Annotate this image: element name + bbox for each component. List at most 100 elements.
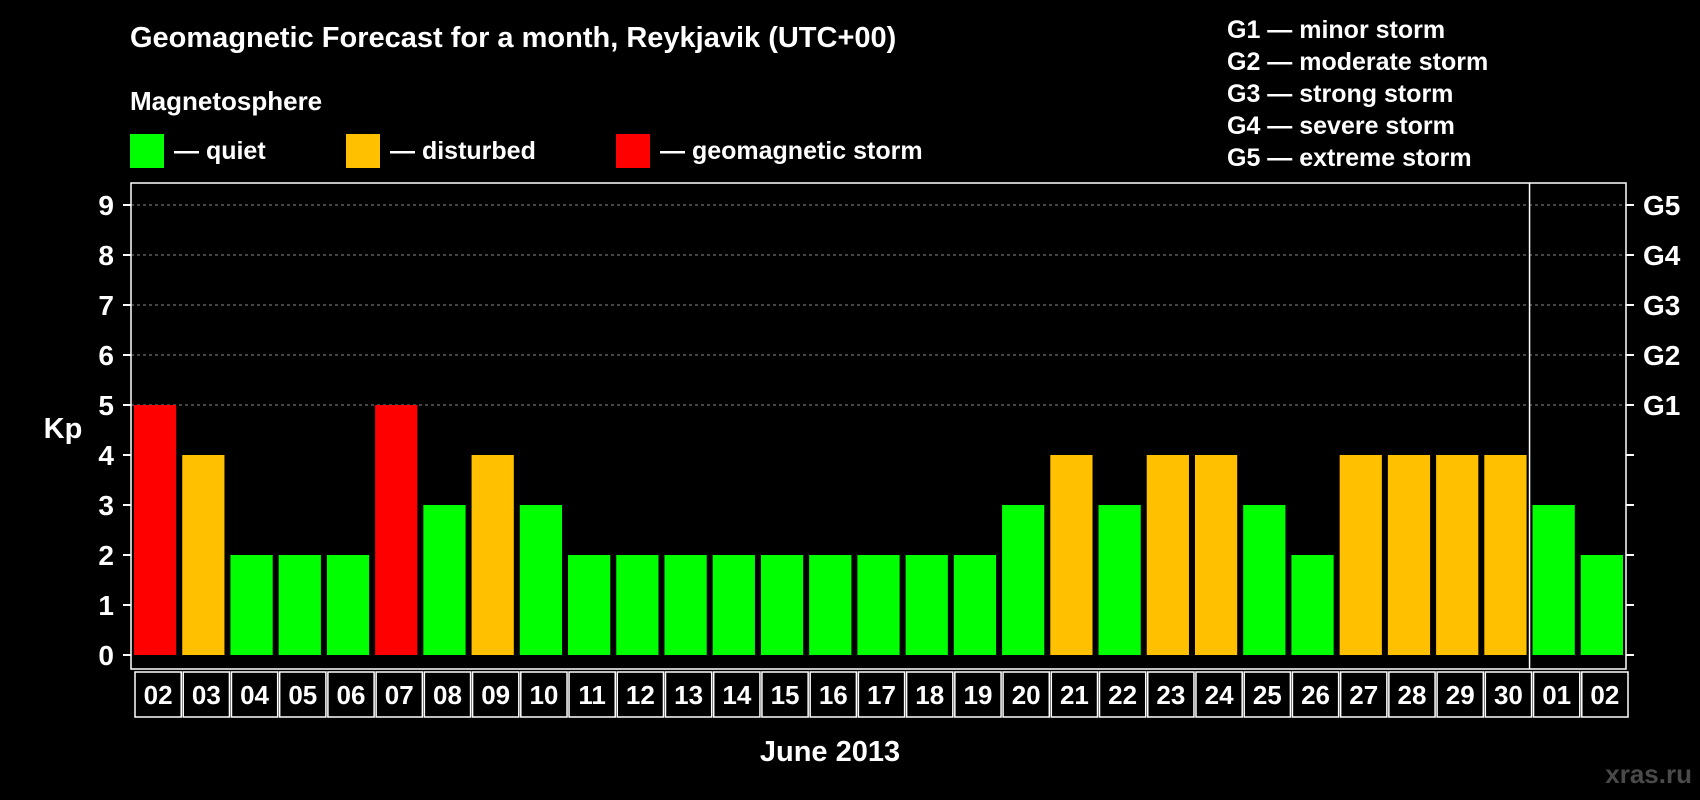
x-tick-label-29: 01 — [1542, 680, 1571, 710]
legend-storm: — geomagnetic storm — [616, 134, 923, 168]
x-tick-label-10: 12 — [626, 680, 655, 710]
y-tick-label-8: 8 — [98, 240, 114, 271]
legend-storm-swatch — [616, 134, 650, 168]
x-tick-label-25: 27 — [1349, 680, 1378, 710]
x-tick-label-15: 17 — [867, 680, 896, 710]
x-tick-label-11: 13 — [674, 680, 703, 710]
x-tick-label-30: 02 — [1590, 680, 1619, 710]
right-axis-label-g2: G2 — [1643, 340, 1680, 371]
y-tick-label-1: 1 — [98, 590, 114, 621]
x-tick-label-7: 09 — [481, 680, 510, 710]
x-tick-label-3: 05 — [288, 680, 317, 710]
chart-title: Geomagnetic Forecast for a month, Reykja… — [130, 22, 897, 54]
bar-27 — [1436, 455, 1479, 655]
bar-17 — [953, 555, 997, 655]
legend-disturbed-swatch — [346, 134, 380, 168]
storm-scale-g1: G1 — minor storm — [1227, 16, 1446, 44]
legend-storm-label: — geomagnetic storm — [660, 136, 923, 165]
bar-25 — [1339, 455, 1382, 655]
magnetosphere-label: Magnetosphere — [130, 86, 323, 116]
x-tick-label-24: 26 — [1301, 680, 1330, 710]
x-tick-label-18: 20 — [1012, 680, 1041, 710]
bar-11 — [664, 555, 707, 655]
x-tick-label-28: 30 — [1494, 680, 1523, 710]
bar-10 — [616, 555, 659, 655]
x-tick-label-0: 02 — [144, 680, 173, 710]
bar-14 — [809, 555, 852, 655]
y-tick-label-5: 5 — [98, 390, 114, 421]
y-axis-label: Kp — [44, 413, 83, 445]
bar-8 — [519, 505, 563, 655]
x-tick-label-17: 19 — [963, 680, 992, 710]
bar-18 — [1002, 505, 1045, 655]
bar-28 — [1484, 455, 1527, 655]
legend-quiet: — quiet — [130, 134, 266, 168]
x-tick-label-1: 03 — [192, 680, 221, 710]
bar-22 — [1194, 455, 1238, 655]
x-tick-label-12: 14 — [722, 680, 751, 710]
bar-26 — [1387, 455, 1431, 655]
bar-24 — [1291, 555, 1334, 655]
storm-scale-g2: G2 — moderate storm — [1227, 48, 1489, 76]
right-axis-label-g5: G5 — [1643, 190, 1680, 221]
y-tick-label-2: 2 — [98, 540, 114, 571]
bar-16 — [905, 555, 948, 655]
bar-1 — [182, 455, 225, 655]
bar-2 — [230, 555, 273, 655]
legend-quiet-swatch — [130, 134, 164, 168]
storm-scale-legend: G1 — minor storm G2 — moderate storm G3 … — [1227, 14, 1488, 174]
x-tick-label-22: 24 — [1205, 680, 1234, 710]
x-tick-label-26: 28 — [1398, 680, 1427, 710]
bar-9 — [568, 555, 611, 655]
bar-12 — [712, 555, 755, 655]
bar-20 — [1098, 505, 1141, 655]
x-tick-label-21: 23 — [1156, 680, 1185, 710]
right-axis-label-g1: G1 — [1643, 390, 1680, 421]
x-axis-label: June 2013 — [759, 736, 901, 768]
grid-lines — [131, 204, 1626, 406]
legend-quiet-label: — quiet — [174, 136, 266, 165]
x-tick-label-4: 06 — [337, 680, 366, 710]
x-tick-label-14: 16 — [819, 680, 848, 710]
bar-21 — [1146, 455, 1189, 655]
x-tick-label-16: 18 — [915, 680, 944, 710]
y-tick-label-4: 4 — [98, 440, 114, 471]
bar-6 — [423, 505, 466, 655]
bar-30 — [1580, 555, 1623, 655]
y-tick-label-3: 3 — [98, 490, 114, 521]
bar-4 — [326, 555, 370, 655]
x-tick-label-2: 04 — [240, 680, 269, 710]
storm-scale-g4: G4 — severe storm — [1227, 112, 1455, 140]
right-axis-label-g3: G3 — [1643, 290, 1680, 321]
bar-13 — [760, 555, 804, 655]
bar-19 — [1050, 455, 1093, 655]
x-tick-label-20: 22 — [1108, 680, 1137, 710]
bar-0 — [134, 405, 177, 655]
y-tick-label-0: 0 — [98, 640, 114, 671]
bar-5 — [375, 405, 418, 655]
legend-disturbed-label: — disturbed — [390, 136, 536, 165]
bar-15 — [857, 555, 900, 655]
x-tick-label-19: 21 — [1060, 680, 1089, 710]
storm-scale-g3: G3 — strong storm — [1227, 80, 1454, 108]
x-tick-labels: 02 03 04 05 06 07 08 09 10 11 12 13 14 15 16 17 18 19 20 21… — [134, 671, 1629, 718]
y-tick-label-6: 6 — [98, 340, 114, 371]
x-tick-label-6: 08 — [433, 680, 462, 710]
y-tick-label-7: 7 — [98, 290, 114, 321]
x-tick-label-23: 25 — [1253, 680, 1282, 710]
x-tick-label-5: 07 — [385, 680, 414, 710]
x-tick-label-9: 11 — [578, 680, 606, 710]
watermark: xras.ru — [1605, 759, 1692, 789]
bar-23 — [1243, 505, 1286, 655]
kp-bars — [134, 405, 1623, 655]
bar-29 — [1532, 505, 1575, 655]
storm-scale-g5: G5 — extreme storm — [1227, 144, 1472, 172]
right-axis-label-g4: G4 — [1643, 240, 1681, 271]
y-tick-label-9: 9 — [98, 190, 114, 221]
x-tick-label-8: 10 — [529, 680, 558, 710]
legend-disturbed: — disturbed — [346, 134, 536, 168]
bar-7 — [471, 455, 514, 655]
x-tick-label-13: 15 — [771, 680, 800, 710]
x-tick-label-27: 29 — [1446, 680, 1475, 710]
bar-3 — [278, 555, 321, 655]
